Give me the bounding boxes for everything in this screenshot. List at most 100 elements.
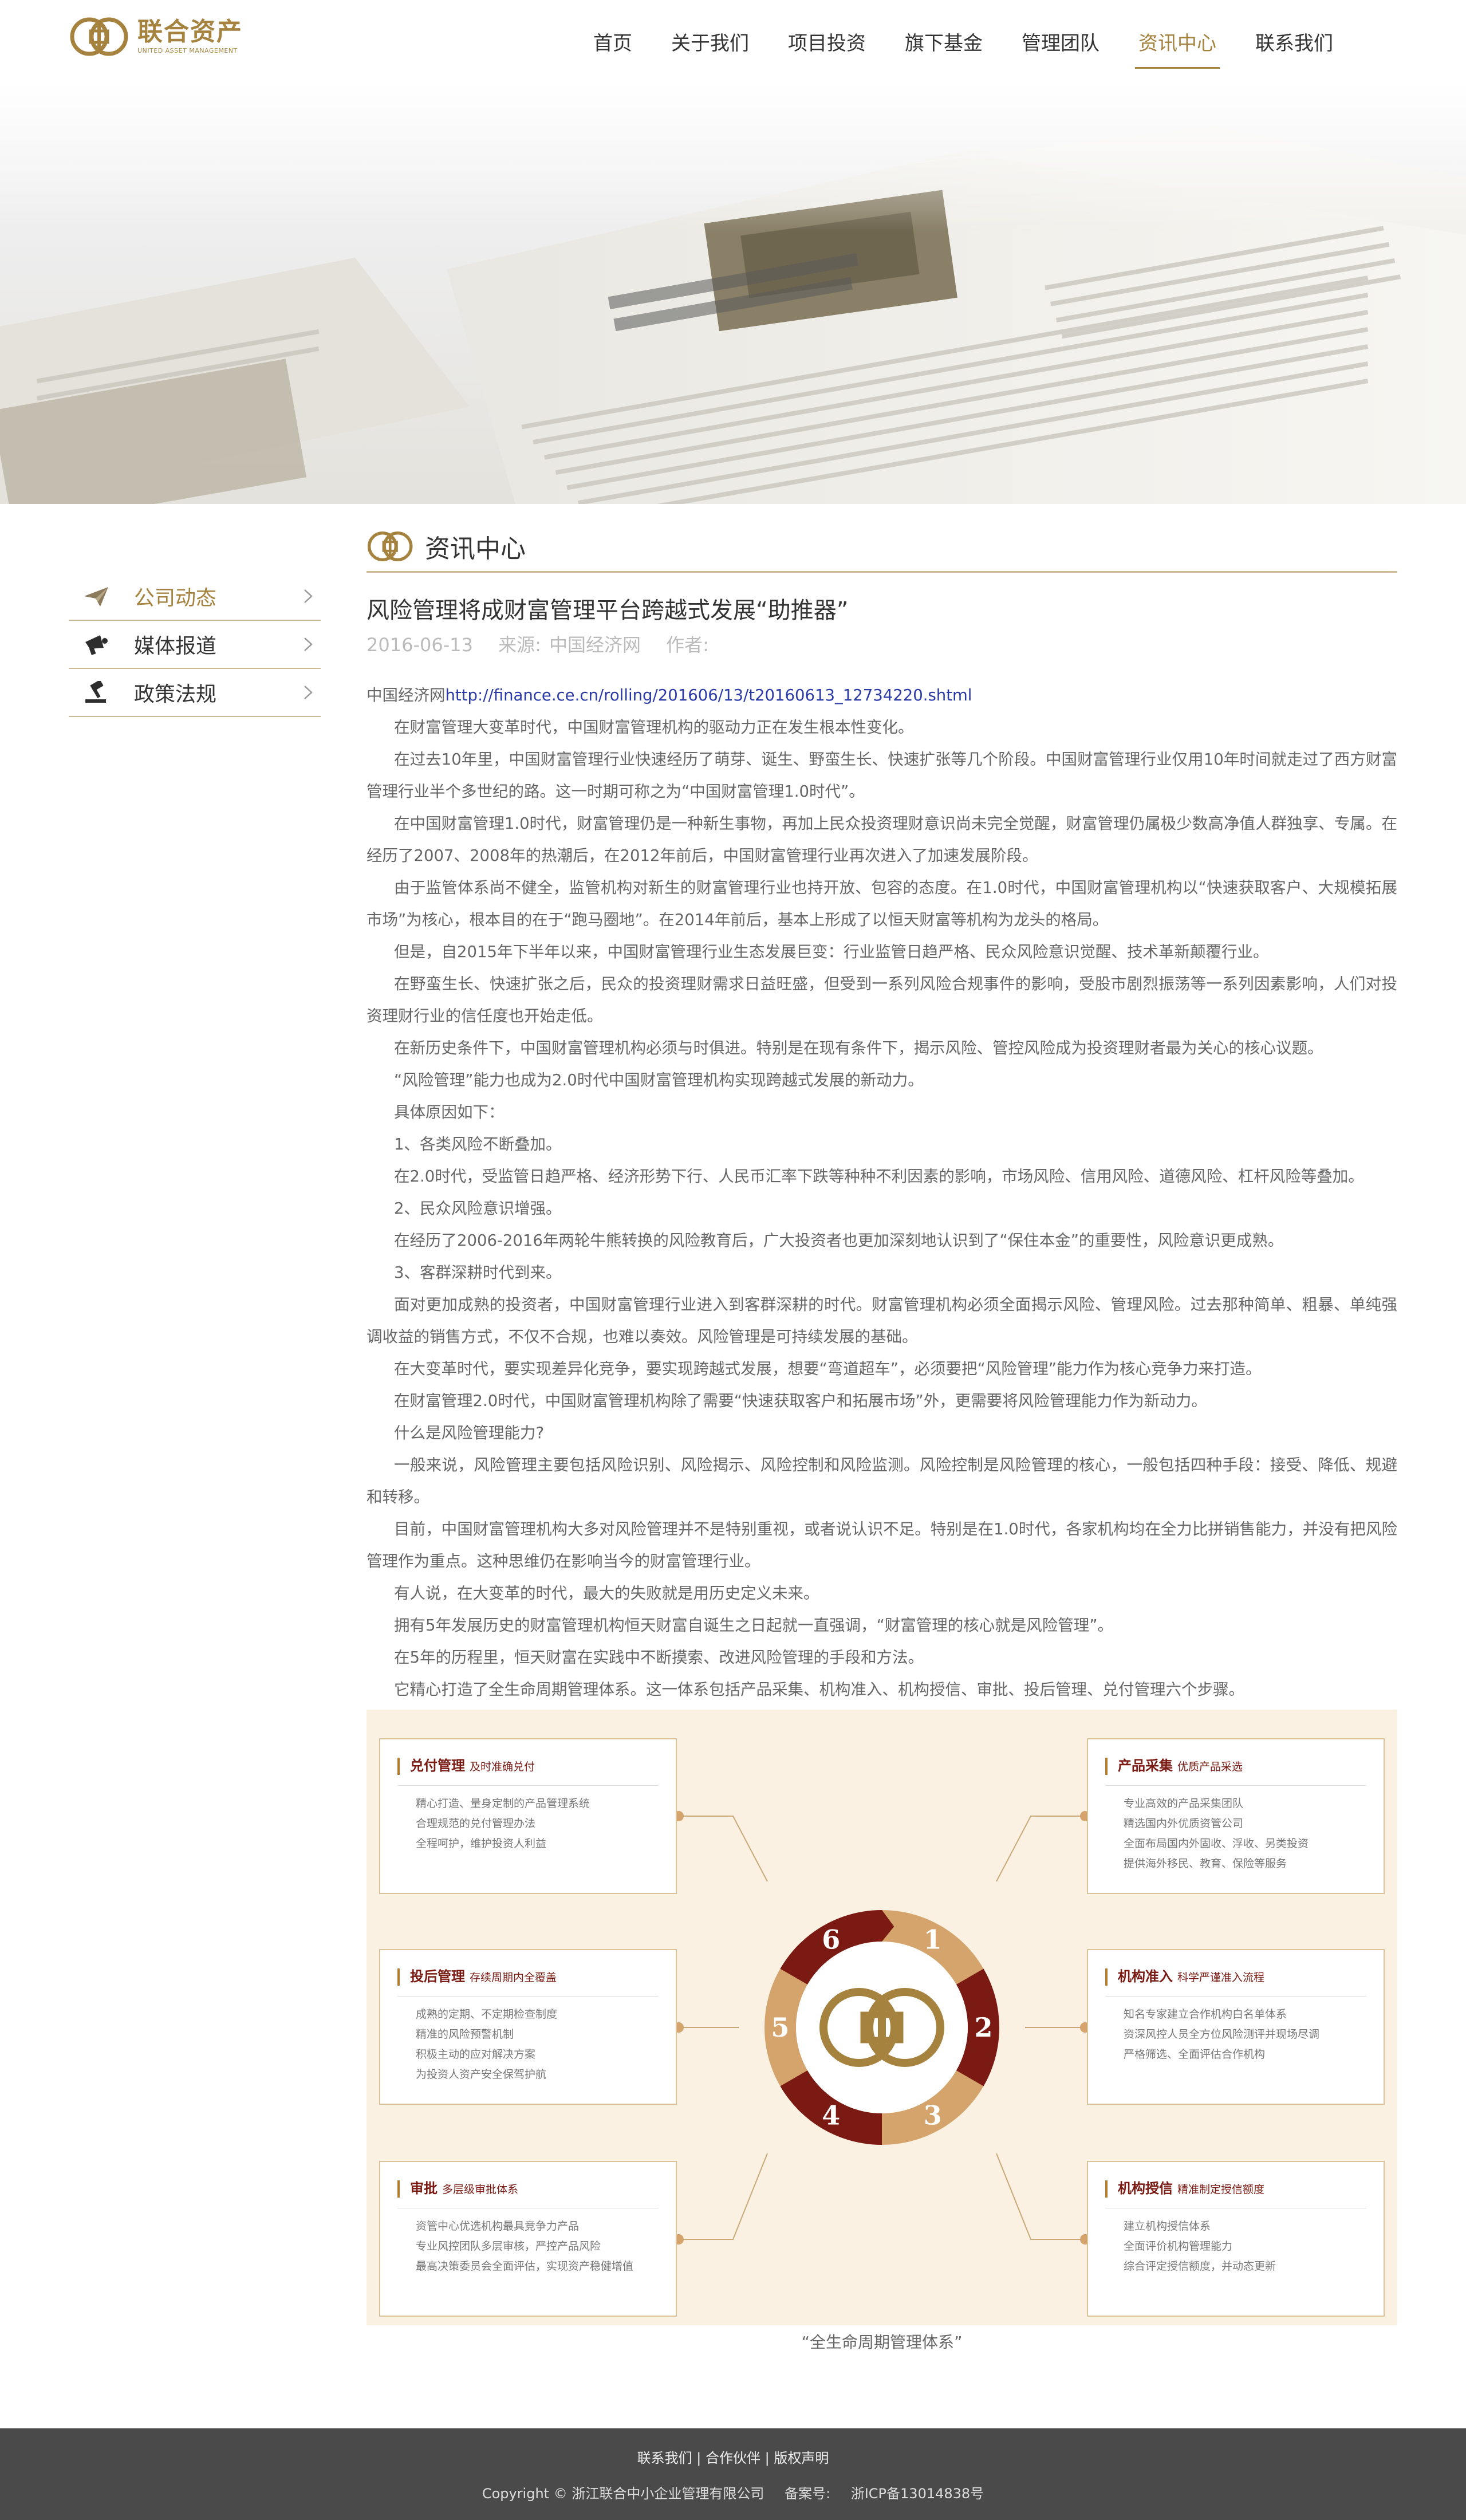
card-line: 成熟的定期、不定期检查制度 [416,2008,558,2021]
chevron-right-icon [304,589,313,603]
article-meta: 2016-06-13 来源: 中国经济网 作者: [366,632,1397,657]
article-paragraph: 在过去10年里，中国财富管理行业快速经历了萌芽、诞生、野蛮生长、快速扩张等几个阶… [366,750,1397,801]
card-title: 兑付管理 [410,1758,465,1774]
card-title: 投后管理 [410,1968,465,1984]
card-line: 积极主动的应对解决方案 [416,2048,536,2061]
coin-logo-icon [367,531,413,561]
card-approval: 审批 多层级审批体系 资管中心优选机构最具竞争力产品 专业风控团队多层审核，严控产… [379,2161,677,2317]
article-paragraph: 1、各类风险不断叠加。 [394,1135,562,1153]
hero-banner-image [0,86,1466,504]
nav-contact[interactable]: 联系我们 [1252,23,1337,69]
article-body: 中国经济网http://finance.ce.cn/rolling/201606… [366,679,1397,1706]
nav-team[interactable]: 管理团队 [1018,23,1103,69]
gavel-icon [79,678,113,707]
card-subtitle: 精准制定授信额度 [1177,2183,1265,2196]
sidebar-item-policies[interactable]: 政策法规 [69,669,321,717]
source-prefix: 中国经济网 [366,686,446,704]
footer-link-copyright[interactable]: 版权声明 [774,2450,829,2466]
card-title: 机构授信 [1118,2180,1173,2196]
article-paragraph: 在大变革时代，要实现差异化竞争，要实现跨越式发展，想要“弯道超车”，必须要把“风… [394,1360,1262,1378]
article-paragraph: 在2.0时代，受监管日趋严格、经济形势下行、人民币汇率下跌等种种不利因素的影响，… [394,1167,1364,1186]
step-number: 6 [822,1924,840,1955]
card-line: 资管中心优选机构最具竞争力产品 [416,2220,580,2232]
article-paragraph: 但是，自2015年下半年以来，中国财富管理行业生态发展巨变：行业监管日趋严格、民… [394,943,1269,961]
source-link[interactable]: http://finance.ce.cn/rolling/201606/13/t… [446,686,972,704]
site-logo[interactable]: 联合资产 UNITED ASSET MANAGEMENT [69,14,263,60]
article-paragraph: 拥有5年发展历史的财富管理机构恒天财富自诞生之日起就一直强调，“财富管理的核心就… [394,1616,1113,1635]
sidebar-item-label: 政策法规 [134,683,217,706]
card-title: 审批 [410,2180,438,2196]
step-number: 1 [924,1924,942,1955]
coin-logo-icon [70,17,128,56]
sidebar-item-media-reports[interactable]: 媒体报道 [69,621,321,669]
article-paragraph: 在5年的历程里，恒天财富在实践中不断摸索、改进风险管理的手段和方法。 [394,1648,924,1667]
nav-home[interactable]: 首页 [590,23,636,69]
card-line: 严格筛选、全面评估合作机构 [1124,2048,1266,2061]
brand-name-en: UNITED ASSET MANAGEMENT [137,47,238,54]
diagram-caption: “全生命周期管理体系” [801,2333,963,2352]
section-title: 资讯中心 [425,534,526,564]
card-subtitle: 科学严谨准入流程 [1177,1971,1265,1984]
icp-label: 备案号: [784,2486,831,2502]
footer-separator: | [696,2450,702,2466]
icp-number[interactable]: 浙ICP备13014838号 [851,2486,984,2502]
chevron-right-icon [304,637,313,651]
main-nav: 首页 关于我们 项目投资 旗下基金 管理团队 资讯中心 联系我们 [590,23,1369,69]
article-date: 2016-06-13 [366,634,473,656]
card-line: 知名专家建立合作机构白名单体系 [1124,2008,1287,2021]
card-line: 精心打造、量身定制的产品管理系统 [416,1797,590,1810]
card-credit-line: 机构授信 精准制定授信额度 建立机构授信体系 全面评价机构管理能力 综合评定授信额… [1087,2161,1385,2317]
nav-about[interactable]: 关于我们 [668,23,752,69]
card-line: 建立机构授信体系 [1124,2220,1211,2232]
sidebar-item-label: 媒体报道 [134,635,217,658]
card-line: 资深风控人员全方位风险测评并现场尽调 [1124,2028,1320,2041]
article-source-line: 中国经济网http://finance.ce.cn/rolling/201606… [366,679,1397,711]
article-paragraph: 在经历了2006-2016年两轮牛熊转换的风险教育后，广大投资者也更加深刻地认识… [394,1231,1284,1250]
article-paragraph: “风险管理”能力也成为2.0时代中国财富管理机构实现跨越式发展的新动力。 [394,1071,924,1089]
card-post-investment: 投后管理 存续周期内全覆盖 成熟的定期、不定期检查制度 精准的风险预警机制 积极主… [379,1949,677,2105]
article-paragraph: 在野蛮生长、快速扩张之后，民众的投资理财需求日益旺盛，但受到一系列风险合规事件的… [366,975,1397,1025]
article-paragraph: 面对更加成熟的投资者，中国财富管理行业进入到客群深耕的时代。财富管理机构必须全面… [366,1296,1397,1346]
step-number: 2 [974,2012,992,2043]
card-line: 提供海外移民、教育、保险等服务 [1124,1857,1287,1870]
card-line: 全程呵护，维护投资人利益 [416,1837,547,1850]
article-paragraph: 在新历史条件下，中国财富管理机构必须与时俱进。特别是在现有条件下，揭示风险、管控… [394,1039,1323,1057]
sidebar-nav: 公司动态 媒体报道 政策法规 [69,573,321,717]
article-title: 风险管理将成财富管理平台跨越式发展“助推器” [366,597,849,624]
card-line: 综合评定授信额度，并动态更新 [1124,2260,1276,2273]
nav-funds[interactable]: 旗下基金 [901,23,986,69]
footer-links: 联系我们 | 合作伙伴 | 版权声明 [0,2449,1466,2467]
card-line: 专业风控团队多层审核，严控产品风险 [416,2240,601,2253]
footer-separator: | [764,2450,770,2466]
article-paragraph: 具体原因如下： [394,1103,505,1121]
card-subtitle: 及时准确兑付 [470,1761,535,1773]
step-number: 5 [771,2012,789,2043]
card-line: 最高决策委员会全面评估，实现资产稳健增值 [416,2260,634,2273]
article-paragraph: 2、民众风险意识增强。 [394,1199,562,1218]
card-product-sourcing: 产品采集 优质产品采选 专业高效的产品采集团队 精选国内外优质资管公司 全面布局国… [1087,1738,1385,1894]
footer-link-contact[interactable]: 联系我们 [637,2450,692,2466]
nav-news[interactable]: 资讯中心 [1135,23,1220,69]
nav-projects[interactable]: 项目投资 [785,23,869,69]
sidebar-item-company-news[interactable]: 公司动态 [69,573,321,621]
footer-copyright: Copyright © 浙江联合中小企业管理有限公司 备案号: 浙ICP备130… [0,2484,1466,2503]
article-main: 资讯中心 风险管理将成财富管理平台跨越式发展“助推器” 2016-06-13 来… [366,521,1397,1706]
megaphone-icon [79,630,113,659]
footer-link-partners[interactable]: 合作伙伴 [706,2450,760,2466]
brand-name: 联合资产 [137,17,243,46]
article-paragraph: 目前，中国财富管理机构大多对风险管理并不是特别重视，或者说认识不足。特别是在1.… [366,1520,1397,1570]
card-line: 为投资人资产安全保驾护航 [416,2068,547,2081]
card-institution-access: 机构准入 科学严谨准入流程 知名专家建立合作机构白名单体系 资深风控人员全方位风险… [1087,1949,1385,2105]
source-value: 中国经济网 [549,634,641,656]
card-line: 专业高效的产品采集团队 [1124,1797,1244,1810]
article-source: 来源: 中国经济网 [498,634,641,656]
article-paragraph: 一般来说，风险管理主要包括风险识别、风险揭示、风险控制和风险监测。风险控制是风险… [366,1456,1397,1506]
step-number: 4 [822,2100,840,2131]
article-paragraph: 它精心打造了全生命周期管理体系。这一体系包括产品采集、机构准入、机构授信、审批、… [394,1680,1244,1699]
card-title: 机构准入 [1118,1968,1173,1984]
paper-plane-icon [79,582,113,611]
site-header: 联合资产 UNITED ASSET MANAGEMENT 首页 关于我们 项目投… [0,0,1466,86]
article-paragraph: 在中国财富管理1.0时代，财富管理仍是一种新生事物，再加上民众投资理财意识尚未完… [366,814,1397,865]
article-paragraph: 由于监管体系尚不健全，监管机构对新生的财富管理行业也持开放、包容的态度。在1.0… [366,879,1397,929]
section-header: 资讯中心 [366,521,1397,573]
